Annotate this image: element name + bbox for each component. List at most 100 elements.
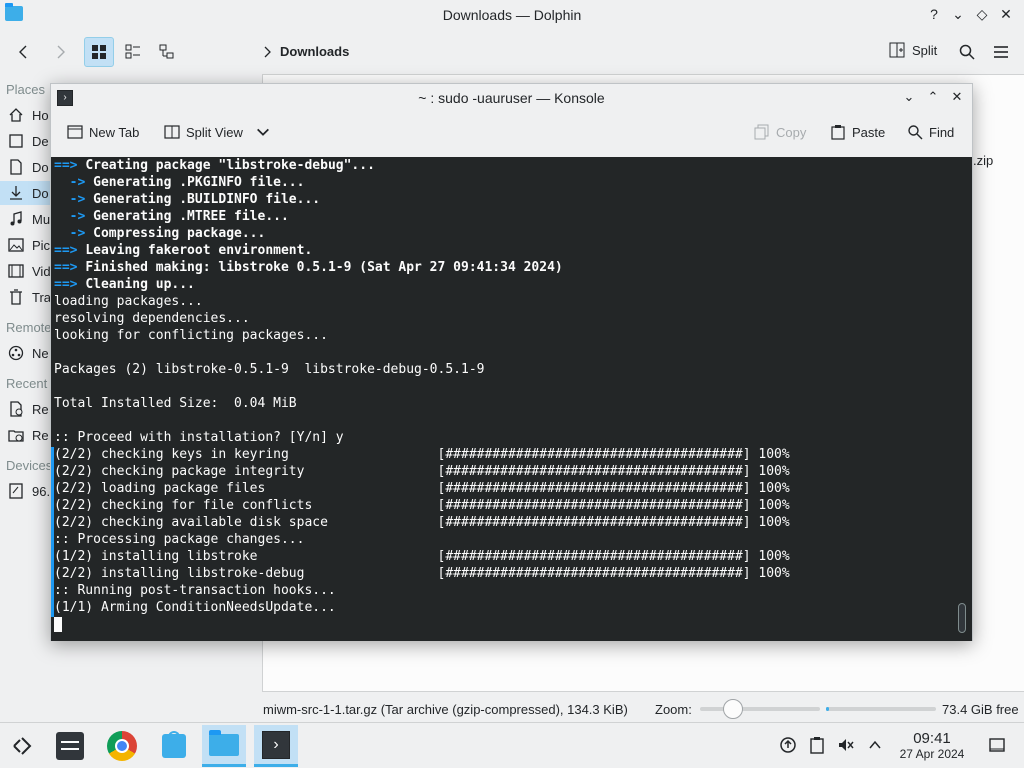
terminal-line-text: (1/2) installing libstroke [############…: [54, 549, 790, 564]
split-button[interactable]: Split: [888, 41, 937, 59]
maximize-icon[interactable]: ◇: [974, 5, 990, 23]
hamburger-menu-icon: [994, 46, 1008, 58]
terminal-line: :: Processing package changes...: [54, 531, 790, 548]
terminal-line: Packages (2) libstroke-0.5.1-9 libstroke…: [54, 361, 790, 378]
terminal-line-text: :: Proceed with installation? [Y/n] y: [54, 430, 344, 445]
home-icon: [8, 107, 24, 123]
dolphin-title: Downloads — Dolphin: [442, 7, 582, 23]
terminal-line: :: Running post-transaction hooks...: [54, 582, 790, 599]
sidebar-item-label: Ne: [32, 345, 49, 361]
konsole-title: ~ : sudo -uauruser — Konsole: [418, 90, 605, 106]
prompt-arrow: ==>: [54, 277, 86, 292]
terminal-line: (2/2) checking for file conflicts [#####…: [54, 497, 790, 514]
icons-view-icon: [92, 45, 106, 59]
hamburger-menu-button[interactable]: [988, 37, 1014, 67]
app-launcher-button[interactable]: [0, 725, 44, 767]
copy-button[interactable]: Copy: [754, 124, 806, 140]
minimize-icon[interactable]: ⌄: [900, 87, 918, 107]
clock-time: 09:41: [913, 730, 951, 747]
search-icon: [908, 125, 923, 140]
recent-files-icon: [8, 401, 24, 417]
compact-view-button[interactable]: [118, 37, 148, 67]
task-dolphin[interactable]: [202, 725, 246, 767]
terminal-line-text: Generating .MTREE file...: [93, 209, 289, 224]
terminal-line: (2/2) checking keys in keyring [########…: [54, 446, 790, 463]
terminal-line: -> Generating .BUILDINFO file...: [54, 191, 790, 208]
updates-icon[interactable]: [779, 736, 797, 754]
terminal-line: Total Installed Size: 0.04 MiB: [54, 395, 790, 412]
terminal-line: looking for conflicting packages...: [54, 327, 790, 344]
sidebar-item-label: De: [32, 133, 49, 149]
close-icon[interactable]: ✕: [948, 87, 966, 107]
details-view-button[interactable]: [152, 37, 182, 67]
split-view-button[interactable]: Split View: [164, 124, 271, 140]
konsole-icon: ›: [262, 730, 290, 759]
find-label: Find: [929, 124, 955, 140]
devices-header: Devices: [6, 458, 53, 473]
file-name-fragment[interactable]: .zip: [973, 153, 993, 168]
terminal-line: loading packages...: [54, 293, 790, 310]
recent-locations-icon: [8, 427, 24, 443]
clipboard-icon[interactable]: [808, 736, 826, 754]
terminal-line: (2/2) checking available disk space [###…: [54, 514, 790, 531]
split-view-icon: [164, 125, 180, 139]
prompt-arrow: ->: [54, 192, 94, 207]
forward-icon: [57, 45, 65, 59]
task-system-settings[interactable]: [48, 725, 92, 767]
terminal-line-text: Creating package "libstroke-debug"...: [85, 158, 375, 173]
terminal-line-text: Total Installed Size: 0.04 MiB: [54, 396, 297, 411]
split-icon: [889, 42, 905, 58]
konsole-titlebar[interactable]: › ~ : sudo -uauruser — Konsole ⌄ ⌃ ✕: [51, 84, 972, 112]
documents-icon: [8, 159, 24, 175]
terminal-line-text: Cleaning up...: [85, 277, 195, 292]
copy-label: Copy: [776, 124, 807, 140]
back-button[interactable]: [10, 37, 38, 67]
show-desktop-icon[interactable]: [988, 736, 1006, 754]
breadcrumb[interactable]: Downloads: [262, 44, 349, 59]
terminal-line-text: (2/2) checking package integrity [######…: [54, 464, 790, 479]
free-space-text: 73.4 GiB free: [942, 702, 1019, 717]
sidebar-item-label: Ho: [32, 107, 49, 123]
paste-icon: [831, 125, 845, 140]
discover-store-icon: [162, 731, 186, 758]
terminal-line-text: (2/2) checking for file conflicts [#####…: [54, 498, 790, 513]
volume-muted-icon[interactable]: [837, 736, 855, 754]
terminal-line: ==> Cleaning up...: [54, 276, 790, 293]
search-button[interactable]: [954, 37, 980, 67]
status-bar: miwm-src-1-1.tar.gz (Tar archive (gzip-c…: [0, 694, 1024, 722]
terminal-scrollbar[interactable]: [958, 603, 966, 633]
terminal-line-text: Compressing package...: [93, 226, 266, 241]
task-konsole[interactable]: ›: [254, 725, 298, 767]
zoom-slider-handle[interactable]: [723, 699, 743, 719]
dolphin-toolbar: Downloads Split: [0, 30, 1024, 74]
task-chrome[interactable]: [100, 725, 144, 767]
new-tab-button[interactable]: New Tab: [67, 124, 139, 140]
forward-button[interactable]: [46, 37, 74, 67]
chevron-up-icon[interactable]: [866, 736, 884, 754]
konsole-window: › ~ : sudo -uauruser — Konsole ⌄ ⌃ ✕ New…: [50, 83, 973, 641]
search-icon: [959, 44, 975, 60]
terminal-line-text: loading packages...: [54, 294, 203, 309]
maximize-icon[interactable]: ⌃: [924, 87, 942, 107]
clock[interactable]: 09:41 27 Apr 2024: [890, 730, 974, 762]
terminal-output[interactable]: ==> Creating package "libstroke-debug"..…: [51, 157, 972, 641]
sidebar-item-label: 96.: [32, 483, 51, 499]
icons-view-button[interactable]: [84, 37, 114, 67]
minimize-icon[interactable]: ⌄: [950, 5, 966, 23]
breadcrumb-downloads[interactable]: Downloads: [280, 44, 349, 59]
places-header: Places: [6, 82, 46, 97]
find-button[interactable]: Find: [907, 124, 954, 140]
terminal-line-text: (2/2) installing libstroke-debug [######…: [54, 566, 790, 581]
help-icon[interactable]: ?: [926, 5, 942, 23]
dolphin-titlebar[interactable]: Downloads — Dolphin ? ⌄ ◇ ✕: [0, 0, 1024, 30]
back-icon: [19, 45, 27, 59]
sidebar-item-label: Tra: [32, 289, 52, 305]
task-discover[interactable]: [152, 725, 196, 767]
terminal-line-text: resolving dependencies...: [54, 311, 250, 326]
pictures-icon: [8, 237, 24, 253]
close-icon[interactable]: ✕: [998, 5, 1014, 23]
zoom-slider-track[interactable]: [700, 707, 820, 711]
paste-button[interactable]: Paste: [830, 124, 885, 140]
